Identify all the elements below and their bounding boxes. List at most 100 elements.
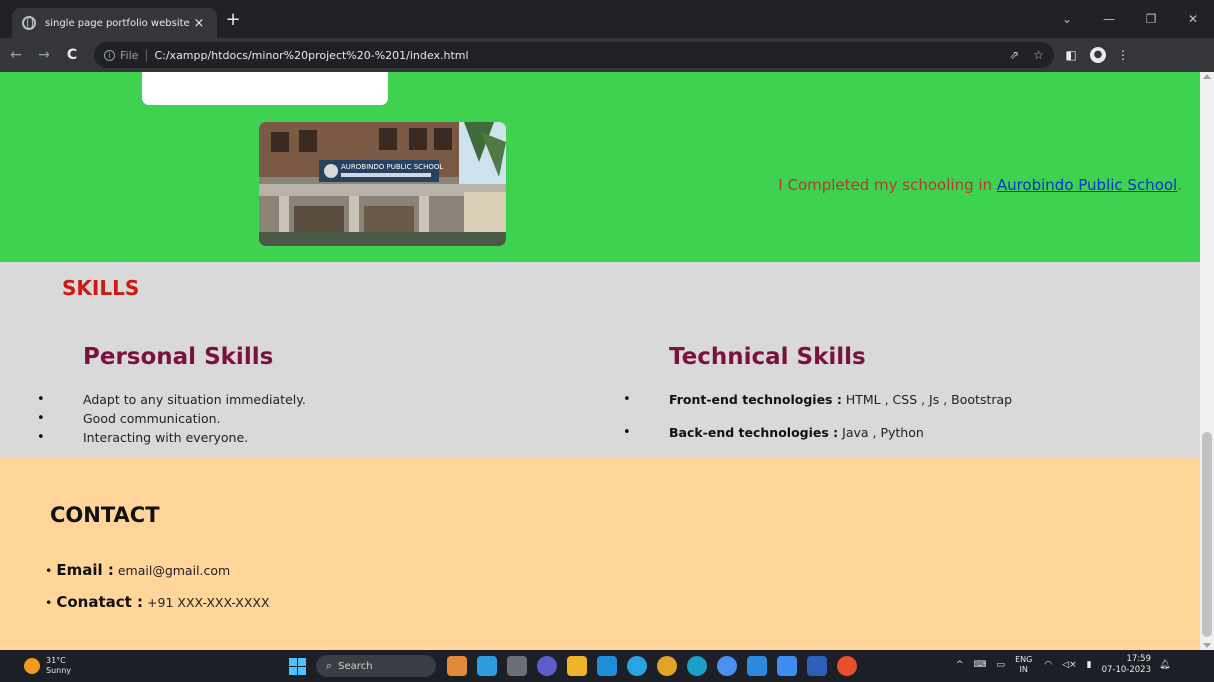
vscode-icon[interactable] bbox=[747, 656, 767, 676]
tech-label: Front-end technologies : bbox=[669, 392, 842, 407]
page-scrollbar[interactable] bbox=[1200, 72, 1214, 650]
system-tray: ^ ⌨ ▭ ENG IN ◠ ◁× ▮ 17:59 07-10-2023 🔔︎ bbox=[956, 654, 1170, 676]
lang-bottom: IN bbox=[1019, 665, 1028, 674]
weather-temperature: 31°C bbox=[46, 656, 66, 665]
chevron-up-icon[interactable]: ^ bbox=[956, 660, 964, 670]
globe-icon bbox=[22, 16, 36, 30]
chrome-canary-icon[interactable] bbox=[657, 656, 677, 676]
page-viewport: AUROBINDO PUBLIC SCHOOL I Completed my s… bbox=[0, 72, 1200, 650]
share-icon[interactable]: ⇗ bbox=[1009, 48, 1019, 62]
taskbar: 31°C Sunny ⌕ Search ^ ⌨ ▭ ENG IN ◠ ◁× ▮ bbox=[0, 650, 1214, 682]
taskbar-clock[interactable]: 17:59 07-10-2023 bbox=[1102, 654, 1151, 676]
new-tab-button[interactable]: + bbox=[222, 10, 244, 32]
scrollbar-thumb[interactable] bbox=[1202, 432, 1212, 637]
window-controls: ⌄ — ❐ ✕ bbox=[1046, 8, 1214, 30]
language-indicator[interactable]: ENG IN bbox=[1015, 655, 1032, 675]
word-icon[interactable] bbox=[807, 656, 827, 676]
school-sign-text: AUROBINDO PUBLIC SCHOOL bbox=[341, 163, 443, 171]
white-card bbox=[142, 72, 388, 105]
close-tab-icon[interactable]: × bbox=[191, 16, 207, 31]
sun-icon bbox=[24, 658, 40, 674]
weather-condition: Sunny bbox=[46, 666, 72, 675]
education-text-prefix: I Completed my schooling in bbox=[778, 176, 997, 194]
side-panel-icon[interactable]: ◧ bbox=[1060, 48, 1082, 62]
contact-list: Email : email@gmail.com Conatact : +91 X… bbox=[45, 561, 270, 625]
list-item: Good communication. bbox=[37, 411, 306, 430]
contact-label: Email : bbox=[56, 561, 114, 579]
keyboard-icon[interactable]: ⌨ bbox=[974, 660, 987, 670]
skills-section: SKILLS Personal Skills Technical Skills … bbox=[0, 262, 1200, 457]
back-arrow-icon[interactable]: ← bbox=[4, 43, 28, 67]
search-icon: ⌕ bbox=[326, 659, 333, 672]
widgets-app-icon[interactable] bbox=[447, 656, 467, 676]
personal-skills-title: Personal Skills bbox=[83, 344, 274, 370]
file-explorer-icon[interactable] bbox=[567, 656, 587, 676]
browser-tabstrip: single page portfolio website × + ⌄ — ❐ … bbox=[0, 0, 1214, 38]
notepad-icon[interactable] bbox=[777, 656, 797, 676]
list-item: Back-end technologies : Java , Python bbox=[623, 425, 1012, 458]
tech-value: HTML , CSS , Js , Bootstrap bbox=[841, 392, 1013, 407]
taskbar-apps bbox=[447, 656, 867, 676]
close-window-button[interactable]: ✕ bbox=[1172, 8, 1214, 30]
contact-section: CONTACT Email : email@gmail.com Conatact… bbox=[0, 457, 1200, 650]
taskbar-search[interactable]: ⌕ Search bbox=[316, 655, 436, 677]
scroll-up-arrow-icon[interactable] bbox=[1203, 74, 1211, 79]
minimize-button[interactable]: — bbox=[1088, 8, 1130, 30]
skills-heading: SKILLS bbox=[62, 276, 140, 300]
mail-icon[interactable] bbox=[597, 656, 617, 676]
school-link[interactable]: Aurobindo Public School bbox=[997, 176, 1177, 194]
education-text-suffix: . bbox=[1177, 176, 1182, 194]
browser-toolbar: ← → C i File | C:/xampp/htdocs/minor%20p… bbox=[0, 38, 1214, 72]
list-item: Email : email@gmail.com bbox=[45, 561, 270, 593]
contact-heading: CONTACT bbox=[50, 503, 160, 527]
menu-dots-icon[interactable]: ⋮ bbox=[1112, 48, 1134, 62]
list-item: Front-end technologies : HTML , CSS , Js… bbox=[623, 392, 1013, 425]
list-item: Conatact : +91 XXX-XXX-XXXX bbox=[45, 593, 270, 625]
info-icon[interactable]: i bbox=[104, 49, 115, 61]
clock-time: 17:59 bbox=[1126, 654, 1152, 664]
chrome-icon[interactable] bbox=[837, 656, 857, 676]
bookmark-star-icon[interactable]: ☆ bbox=[1033, 48, 1044, 62]
teams-chat-icon[interactable] bbox=[537, 656, 557, 676]
url-text[interactable]: C:/xampp/htdocs/minor%20project%20-%201/… bbox=[154, 49, 995, 62]
contact-label: Conatact : bbox=[56, 593, 144, 611]
address-bar[interactable]: i File | C:/xampp/htdocs/minor%20project… bbox=[94, 42, 1054, 68]
url-scheme-label: File bbox=[120, 48, 139, 62]
tab-search-icon[interactable]: ⌄ bbox=[1046, 8, 1088, 30]
contact-value: email@gmail.com bbox=[113, 563, 231, 578]
clock-date: 07-10-2023 bbox=[1101, 665, 1151, 675]
task-view-icon[interactable] bbox=[507, 656, 527, 676]
tech-label: Back-end technologies : bbox=[669, 425, 839, 440]
lang-top: ENG bbox=[1015, 655, 1033, 664]
list-item: Adapt to any situation immediately. bbox=[37, 392, 306, 411]
url-separator: | bbox=[144, 48, 149, 62]
app-icon[interactable] bbox=[477, 656, 497, 676]
telegram-icon[interactable] bbox=[627, 656, 647, 676]
list-item: Interacting with everyone. bbox=[37, 430, 306, 449]
education-text: I Completed my schooling in Aurobindo Pu… bbox=[778, 176, 1182, 194]
technical-skills-title: Technical Skills bbox=[669, 344, 866, 370]
personal-skills-list: Adapt to any situation immediately. Good… bbox=[37, 392, 306, 449]
battery-icon[interactable]: ▮ bbox=[1087, 660, 1092, 670]
display-icon[interactable]: ▭ bbox=[997, 660, 1006, 670]
volume-muted-icon[interactable]: ◁× bbox=[1062, 660, 1076, 670]
school-photo: AUROBINDO PUBLIC SCHOOL bbox=[259, 122, 506, 246]
chrome-dev-icon[interactable] bbox=[717, 656, 737, 676]
edge-icon[interactable] bbox=[687, 656, 707, 676]
tech-value: Java , Python bbox=[838, 425, 924, 440]
education-section: AUROBINDO PUBLIC SCHOOL I Completed my s… bbox=[0, 72, 1200, 262]
scroll-down-arrow-icon[interactable] bbox=[1203, 643, 1211, 648]
tab-title: single page portfolio website bbox=[45, 17, 190, 29]
contact-value: +91 XXX-XXX-XXXX bbox=[143, 595, 270, 610]
wifi-icon[interactable]: ◠ bbox=[1044, 660, 1052, 670]
browser-tab-active[interactable]: single page portfolio website × bbox=[12, 8, 217, 38]
restore-button[interactable]: ❐ bbox=[1130, 8, 1172, 30]
weather-widget[interactable]: 31°C Sunny bbox=[24, 656, 71, 676]
windows-start-icon[interactable] bbox=[289, 658, 306, 675]
profile-avatar-icon[interactable]: ● bbox=[1090, 47, 1106, 63]
taskbar-search-label: Search bbox=[338, 660, 373, 672]
technical-skills-list: Front-end technologies : HTML , CSS , Js… bbox=[623, 392, 1013, 458]
notification-bell-icon[interactable]: 🔔︎ bbox=[1159, 660, 1170, 670]
reload-icon[interactable]: C bbox=[60, 43, 84, 67]
forward-arrow-icon[interactable]: → bbox=[32, 43, 56, 67]
